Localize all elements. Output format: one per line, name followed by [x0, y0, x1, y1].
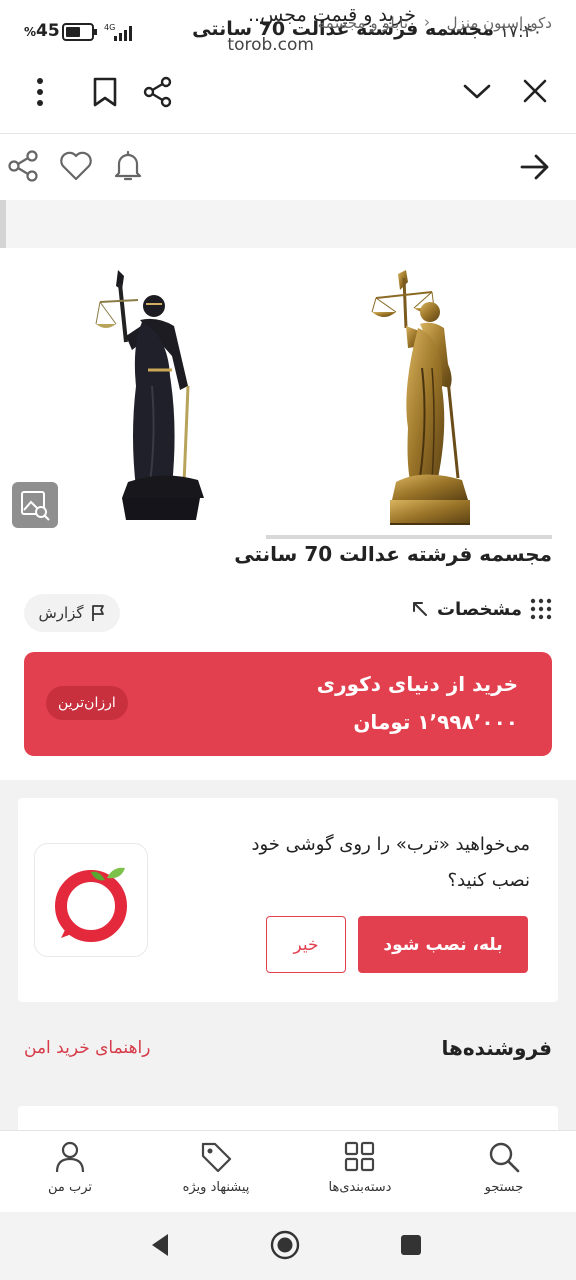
bookmark-icon[interactable] [92, 76, 118, 108]
chevron-down-icon[interactable] [462, 80, 492, 102]
share-icon[interactable] [142, 76, 174, 108]
cheapest-badge: ارزان‌ترین [46, 686, 128, 720]
nav-item-special-offers[interactable]: پیشنهاد ویژه [156, 1140, 276, 1195]
arrow-up-left-icon [412, 602, 427, 616]
more-vertical-icon[interactable] [32, 76, 48, 108]
offer-price: ۱٬۹۹۸٬۰۰۰ تومان [353, 710, 518, 734]
grid-dots-icon [530, 598, 552, 620]
safe-purchase-guide-link[interactable]: راهنمای خرید امن [24, 1038, 150, 1058]
report-label: گزارش [38, 604, 84, 622]
signal-icon: 4G [104, 23, 132, 41]
install-no-button[interactable]: خیر [266, 916, 346, 973]
sellers-title: فروشنده‌ها [441, 1036, 552, 1060]
nav-item-categories[interactable]: دسته‌بندی‌ها [300, 1140, 420, 1195]
black-statue-image[interactable] [92, 266, 216, 528]
home-circle-icon[interactable] [270, 1230, 300, 1260]
breadcrumb-separator: › [424, 13, 430, 31]
close-icon[interactable] [522, 78, 548, 104]
install-yes-button[interactable]: بله، نصب شود [358, 916, 528, 973]
nav-label-search: جستجو [484, 1180, 524, 1195]
network-label: 4G [104, 23, 115, 32]
nav-item-search[interactable]: جستجو [444, 1140, 564, 1195]
nav-item-my-torob[interactable]: ترب من [10, 1140, 130, 1195]
tag-icon [201, 1142, 232, 1173]
specs-link[interactable]: مشخصات [411, 598, 552, 620]
gold-statue-image[interactable] [362, 268, 472, 534]
percent-sign: % [24, 25, 37, 39]
user-icon [55, 1141, 85, 1173]
battery-icon [62, 23, 97, 41]
bell-icon[interactable] [110, 148, 146, 184]
specs-label: مشخصات [436, 598, 522, 620]
gallery-progress [266, 535, 552, 539]
product-gallery[interactable] [0, 248, 576, 542]
heart-icon[interactable] [58, 150, 94, 182]
nav-label-special-offers: پیشنهاد ویژه [182, 1180, 250, 1195]
share-icon[interactable] [6, 149, 40, 183]
grid-icon [344, 1141, 375, 1172]
breadcrumb [0, 200, 576, 248]
recents-square-icon[interactable] [400, 1234, 422, 1256]
flag-icon [91, 605, 104, 621]
torob-logo-icon [55, 867, 127, 942]
search-icon [489, 1142, 520, 1173]
nav-label-categories: دسته‌بندی‌ها [328, 1180, 392, 1195]
product-title: مجسمه فرشته عدالت 70 سانتی [234, 542, 552, 566]
battery-percent: %45 [24, 21, 60, 41]
breadcrumb-item-decor[interactable]: دکوراسیون منزل [447, 14, 552, 32]
back-arrow-icon[interactable] [520, 153, 550, 181]
battery-value: 45 [36, 21, 60, 41]
breadcrumb-item-statues[interactable]: تابلو و مجسمه [318, 14, 408, 32]
image-search-icon [21, 491, 50, 521]
torob-app-logo [34, 843, 148, 957]
nav-label-my-torob: ترب من [47, 1180, 93, 1195]
install-prompt-text: می‌خواهید «ترب» را روی گوشی خود نصب کنید… [251, 834, 530, 891]
gallery-zoom-button[interactable] [12, 482, 58, 528]
back-triangle-icon[interactable] [148, 1232, 172, 1258]
cheapest-offer-card[interactable]: خرید از دنیای دکوری ۱٬۹۹۸٬۰۰۰ تومان ارزا… [24, 652, 552, 756]
report-button[interactable]: گزارش [24, 594, 120, 632]
offer-shop-name: خرید از دنیای دکوری [316, 672, 518, 696]
